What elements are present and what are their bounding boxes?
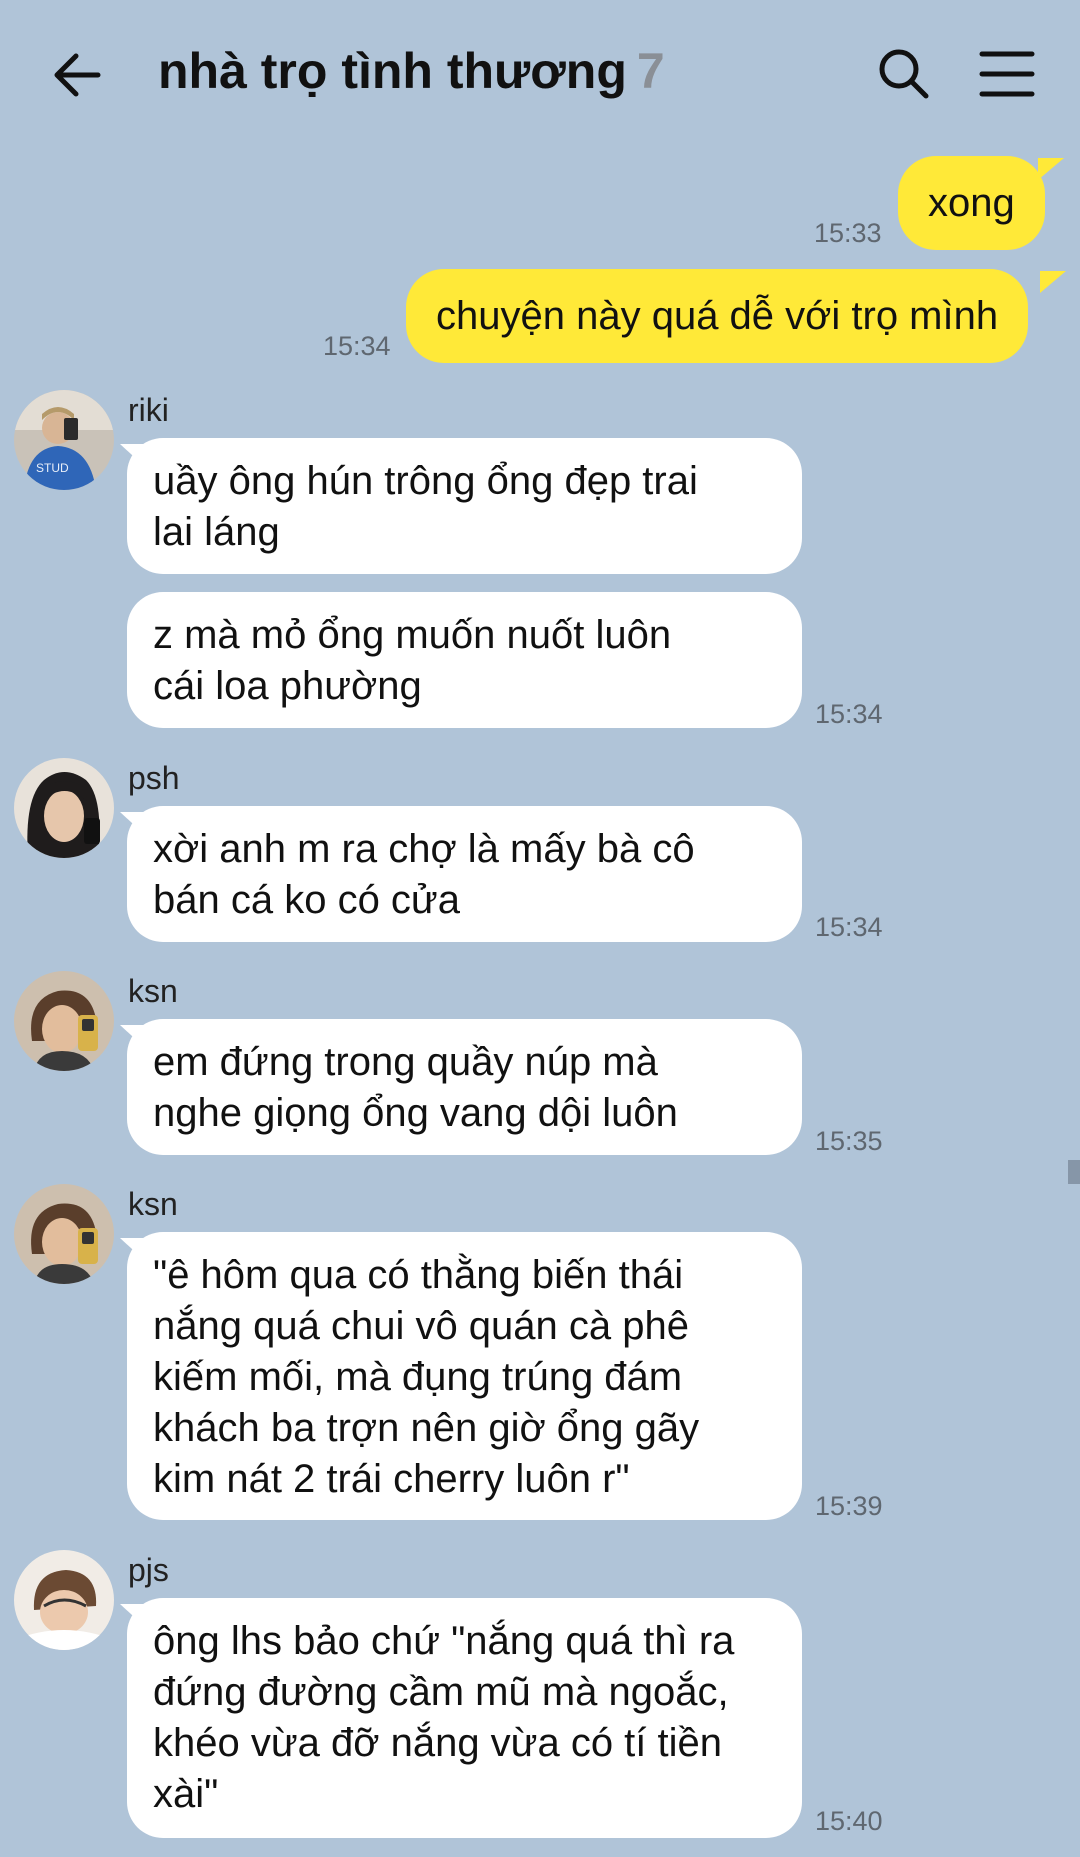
message-time: 15:34 <box>815 699 883 729</box>
message-text: xong <box>928 181 1015 225</box>
message-time: 15:35 <box>815 1126 883 1156</box>
avatar-ksn[interactable] <box>14 971 114 1071</box>
scrollbar-thumb[interactable] <box>1068 1160 1080 1184</box>
message-line: khéo vừa đỡ nắng vừa có tí tiền <box>153 1721 723 1765</box>
message-line: kim nát 2 trái cherry luôn r" <box>153 1457 630 1501</box>
message-line: "ê hôm qua có thằng biến thái <box>153 1253 684 1297</box>
message-time: 15:39 <box>815 1491 883 1521</box>
message-bubble[interactable]: uầy ông hún trông ổng đẹp trai lai láng <box>127 438 802 574</box>
sender-name: psh <box>128 760 180 796</box>
message-time: 15:40 <box>815 1806 883 1836</box>
sender-name: ksn <box>128 1186 178 1222</box>
message-line: bán cá ko có cửa <box>153 878 460 922</box>
group-name: nhà trọ tình thương <box>158 43 627 99</box>
message-line: xài" <box>153 1772 219 1816</box>
chat-title: nhà trọ tình thương 7 <box>158 42 665 100</box>
message-bubble[interactable]: em đứng trong quầy núp mà nghe giọng ổng… <box>127 1019 802 1155</box>
message-bubble[interactable]: ông lhs bảo chứ "nắng quá thì ra đứng đư… <box>127 1598 802 1838</box>
message-line: z mà mỏ ổng muốn nuốt luôn <box>153 613 672 657</box>
sender-name: pjs <box>128 1552 169 1588</box>
svg-text:STUD: STUD <box>36 461 69 475</box>
menu-icon[interactable] <box>978 48 1036 100</box>
sender-name: riki <box>128 392 169 428</box>
message-line: nghe giọng ổng vang dội luôn <box>153 1091 678 1135</box>
avatar-psh[interactable] <box>14 758 114 858</box>
message-line: em đứng trong quầy núp mà <box>153 1040 658 1084</box>
my-message-bubble[interactable]: xong <box>898 156 1045 250</box>
avatar-pjs[interactable] <box>14 1550 114 1650</box>
message-line: cái loa phường <box>153 664 422 708</box>
message-bubble[interactable]: "ê hôm qua có thằng biến thái nắng quá c… <box>127 1232 802 1520</box>
message-time: 15:34 <box>815 912 883 942</box>
message-time: 15:34 <box>323 331 391 361</box>
back-arrow-icon[interactable] <box>48 45 108 105</box>
message-line: ông lhs bảo chứ "nắng quá thì ra <box>153 1619 735 1663</box>
sender-name: ksn <box>128 973 178 1009</box>
member-count: 7 <box>636 43 665 99</box>
search-icon[interactable] <box>874 44 934 104</box>
avatar-riki[interactable]: STUD <box>14 390 114 490</box>
chat-header: nhà trọ tình thương 7 <box>0 0 1080 150</box>
message-bubble[interactable]: xời anh m ra chợ là mấy bà cô bán cá ko … <box>127 806 802 942</box>
bubble-tail <box>1040 271 1066 293</box>
message-line: đứng đường cầm mũ mà ngoắc, <box>153 1670 729 1714</box>
avatar-ksn[interactable] <box>14 1184 114 1284</box>
message-line: lai láng <box>153 510 280 554</box>
message-time: 15:33 <box>814 218 882 248</box>
message-line: uầy ông hún trông ổng đẹp trai <box>153 459 698 503</box>
message-line: kiếm mối, mà đụng trúng đám <box>153 1355 683 1399</box>
message-bubble[interactable]: z mà mỏ ổng muốn nuốt luôn cái loa phườn… <box>127 592 802 728</box>
message-line: xời anh m ra chợ là mấy bà cô <box>153 827 695 871</box>
message-line: khách ba trợn nên giờ ổng gãy <box>153 1406 700 1450</box>
bubble-tail <box>1038 158 1064 180</box>
message-line: nắng quá chui vô quán cà phê <box>153 1304 689 1348</box>
my-message-bubble[interactable]: chuyện này quá dễ với trọ mình <box>406 269 1029 363</box>
message-text: chuyện này quá dễ với trọ mình <box>436 294 999 338</box>
